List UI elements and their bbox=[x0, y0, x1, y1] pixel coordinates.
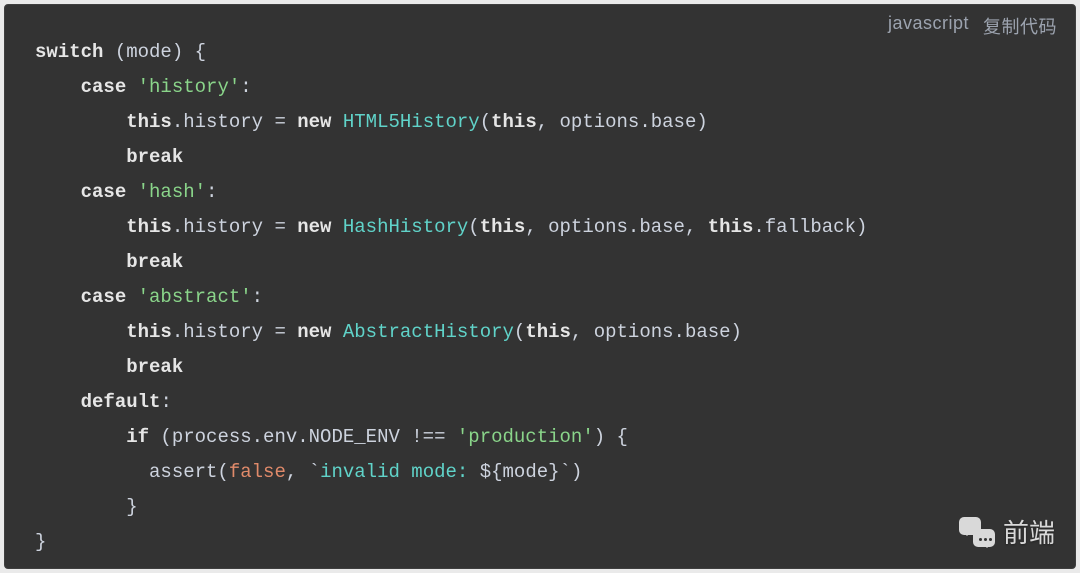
keyword-default: default bbox=[81, 391, 161, 413]
watermark: 前端 bbox=[959, 513, 1055, 550]
keyword-new: new bbox=[297, 111, 331, 133]
keyword-break: break bbox=[126, 146, 183, 168]
string-history: history bbox=[149, 76, 229, 98]
literal-false: false bbox=[229, 461, 286, 483]
wechat-icon bbox=[959, 517, 995, 547]
language-label: javascript bbox=[888, 13, 969, 39]
string-hash: hash bbox=[149, 181, 195, 203]
keyword-switch: switch bbox=[35, 41, 103, 63]
keyword-if: if bbox=[126, 426, 149, 448]
class-abstracthistory: AbstractHistory bbox=[343, 321, 514, 343]
class-hashhistory: HashHistory bbox=[343, 216, 468, 238]
string-production: production bbox=[468, 426, 582, 448]
class-html5history: HTML5History bbox=[343, 111, 480, 133]
template-message: invalid mode: bbox=[320, 461, 480, 483]
code-block: javascript 复制代码 switch (mode) { case 'hi… bbox=[4, 4, 1076, 569]
watermark-text: 前端 bbox=[1003, 513, 1055, 550]
keyword-case: case bbox=[81, 181, 127, 203]
string-abstract: abstract bbox=[149, 286, 240, 308]
keyword-this: this bbox=[126, 111, 172, 133]
keyword-case: case bbox=[81, 76, 127, 98]
copy-code-button[interactable]: 复制代码 bbox=[983, 13, 1057, 39]
code-content: switch (mode) { case 'history': this.his… bbox=[35, 35, 1045, 560]
code-header: javascript 复制代码 bbox=[888, 13, 1057, 39]
